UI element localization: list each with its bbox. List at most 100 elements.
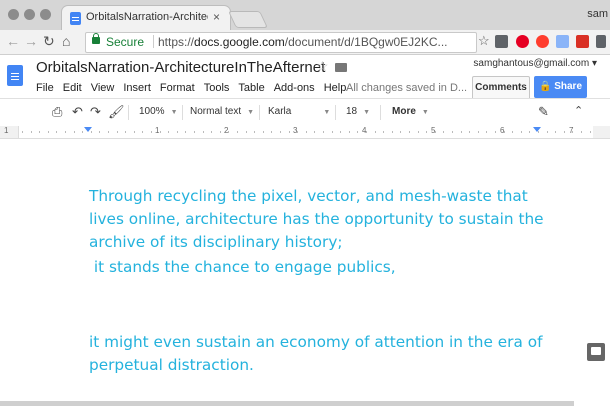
account-email[interactable]: samghantous@gmail.com ▾	[473, 58, 597, 69]
ruler-tick	[332, 131, 333, 133]
menu-help[interactable]: Help	[324, 82, 347, 94]
pen-mode-icon[interactable]: ✎	[538, 104, 549, 120]
ruler-tick	[529, 131, 530, 133]
docs-extension-icon[interactable]	[556, 35, 569, 48]
ruler-tick	[357, 131, 358, 133]
zoom-select[interactable]: 100% ▼	[139, 106, 178, 117]
ruler-tick	[366, 131, 367, 133]
share-label: Share	[554, 81, 583, 92]
ruler-tick	[48, 131, 49, 133]
new-tab-button[interactable]	[228, 11, 268, 28]
ruler-tick	[246, 131, 247, 133]
ruler-tick	[555, 131, 556, 133]
zoom-value: 100%	[139, 106, 165, 117]
more-caret-icon: ▼	[421, 109, 429, 116]
menu-addons[interactable]: Add-ons	[274, 82, 315, 94]
more-label: More	[392, 106, 416, 117]
undo-icon[interactable]: ↶	[72, 104, 83, 120]
ruler-tick	[91, 131, 92, 133]
ruler-tick	[349, 131, 350, 133]
print-icon[interactable]: ⎙	[52, 104, 62, 120]
forward-icon[interactable]: →	[24, 33, 38, 49]
toolbar-divider	[335, 105, 336, 120]
ruler-tick	[220, 131, 221, 133]
profile-name[interactable]: sam	[587, 8, 608, 20]
paragraph-2[interactable]: it stands the chance to engage publics,	[89, 256, 559, 279]
move-to-folder-icon[interactable]	[335, 63, 347, 72]
ruler-tick	[538, 131, 539, 133]
ruler-tick	[306, 131, 307, 133]
zoom-window-icon[interactable]	[40, 9, 51, 20]
save-status[interactable]: All changes saved in D...	[346, 82, 467, 94]
toolbar-divider	[128, 105, 129, 120]
browser-tab[interactable]: OrbitalsNarration-Architecture ×	[62, 6, 230, 30]
style-select[interactable]: Normal text ▼	[190, 106, 254, 117]
ruler-tick	[383, 131, 384, 133]
font-size-select[interactable]: 18 ▼	[346, 106, 370, 117]
share-button[interactable]: 🔒 Share	[534, 76, 587, 98]
style-caret-icon: ▼	[247, 109, 255, 116]
menu-edit[interactable]: Edit	[63, 82, 82, 94]
pinterest-icon[interactable]	[516, 35, 529, 48]
browser-toolbar: ← → ↻ ⌂ Secure https://docs.google.com/d…	[0, 30, 610, 55]
ruler-tick	[65, 131, 66, 133]
ruler-tick	[443, 131, 444, 133]
minimize-window-icon[interactable]	[24, 9, 35, 20]
ruler-tick	[185, 131, 186, 133]
docs-logo-icon[interactable]	[7, 65, 23, 86]
explore-icon[interactable]	[587, 343, 605, 361]
ruler-tick	[160, 131, 161, 133]
ruler-tick	[478, 131, 479, 133]
extension-overflow-icon[interactable]	[596, 35, 606, 48]
document-page[interactable]: Through recycling the pixel, vector, and…	[0, 139, 610, 398]
ruler-tick	[228, 131, 229, 133]
menu-table[interactable]: Table	[238, 82, 264, 94]
back-icon[interactable]: ←	[6, 33, 20, 49]
ruler-number: 1	[155, 126, 160, 135]
menu-tools[interactable]: Tools	[204, 82, 230, 94]
opera-icon[interactable]	[536, 35, 549, 48]
ruler-tick	[108, 131, 109, 133]
paragraph-1[interactable]: Through recycling the pixel, vector, and…	[89, 185, 559, 254]
paragraph-3[interactable]: it might even sustain an economy of atte…	[89, 331, 559, 377]
horizontal-scrollbar[interactable]	[0, 401, 574, 406]
address-bar[interactable]: Secure https://docs.google.com/document/…	[85, 32, 477, 53]
more-menu[interactable]: More ▼	[392, 106, 429, 117]
ruler-tick	[271, 131, 272, 133]
ruler-tick	[22, 131, 23, 133]
comments-button[interactable]: Comments	[472, 76, 530, 100]
menu-insert[interactable]: Insert	[123, 82, 151, 94]
paint-format-icon[interactable]: 🖌	[108, 104, 125, 120]
collapse-menus-icon[interactable]: ⌃	[574, 104, 583, 117]
ruler-tick	[74, 131, 75, 133]
star-document-icon[interactable]: ☆	[316, 58, 329, 75]
toolbar-divider	[182, 105, 183, 120]
ruler-tick	[39, 131, 40, 133]
font-size-value: 18	[346, 106, 358, 117]
bookmark-star-icon[interactable]: ☆	[478, 33, 490, 49]
menu-view[interactable]: View	[91, 82, 115, 94]
ruler[interactable]: 1 1 2 3 4 5 6 7	[0, 126, 610, 139]
right-indent-marker-icon[interactable]	[533, 127, 541, 132]
font-select[interactable]: Karla ▼	[268, 106, 330, 117]
ruler-tick	[504, 131, 505, 133]
url-text: https://docs.google.com/document/d/1BQgw…	[158, 35, 448, 49]
stats-extension-icon[interactable]	[576, 35, 589, 48]
home-icon[interactable]: ⌂	[62, 33, 70, 49]
document-title[interactable]: OrbitalsNarration-ArchitectureInTheAfter…	[36, 59, 325, 76]
ruler-tick	[392, 131, 393, 133]
ruler-tick	[486, 131, 487, 133]
menu-format[interactable]: Format	[160, 82, 195, 94]
redo-icon[interactable]: ↷	[90, 104, 101, 120]
tab-strip: OrbitalsNarration-Architecture × sam	[0, 0, 610, 30]
ruler-number: 1	[4, 126, 9, 135]
close-window-icon[interactable]	[8, 9, 19, 20]
tab-close-icon[interactable]: ×	[213, 10, 220, 24]
menu-file[interactable]: File	[36, 82, 54, 94]
ruler-tick	[426, 131, 427, 133]
extension-icon[interactable]	[495, 35, 508, 48]
tab-title: OrbitalsNarration-Architecture	[86, 11, 208, 23]
ruler-tick	[134, 131, 135, 133]
reload-icon[interactable]: ↻	[43, 33, 55, 50]
ruler-tick	[469, 131, 470, 133]
